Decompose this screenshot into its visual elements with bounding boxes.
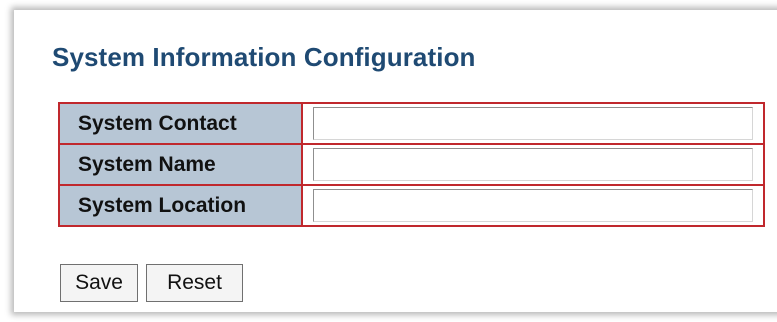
page-title: System Information Configuration <box>52 42 476 72</box>
system-location-input[interactable] <box>313 189 753 222</box>
system-location-cell <box>301 184 765 227</box>
system-name-cell <box>301 143 765 186</box>
table-row: System Contact <box>58 102 765 145</box>
reset-button[interactable]: Reset <box>146 264 243 302</box>
system-location-label: System Location <box>58 184 303 227</box>
save-button[interactable]: Save <box>60 264 138 302</box>
system-info-table: System Contact System Name System Locati… <box>58 102 765 227</box>
button-bar: Save Reset <box>60 264 243 302</box>
system-contact-label: System Contact <box>58 102 303 145</box>
system-name-input[interactable] <box>313 148 753 181</box>
config-panel: System Information Configuration System … <box>14 10 777 312</box>
system-contact-input[interactable] <box>313 107 753 140</box>
table-row: System Name <box>58 143 765 186</box>
table-row: System Location <box>58 184 765 227</box>
system-contact-cell <box>301 102 765 145</box>
system-name-label: System Name <box>58 143 303 186</box>
